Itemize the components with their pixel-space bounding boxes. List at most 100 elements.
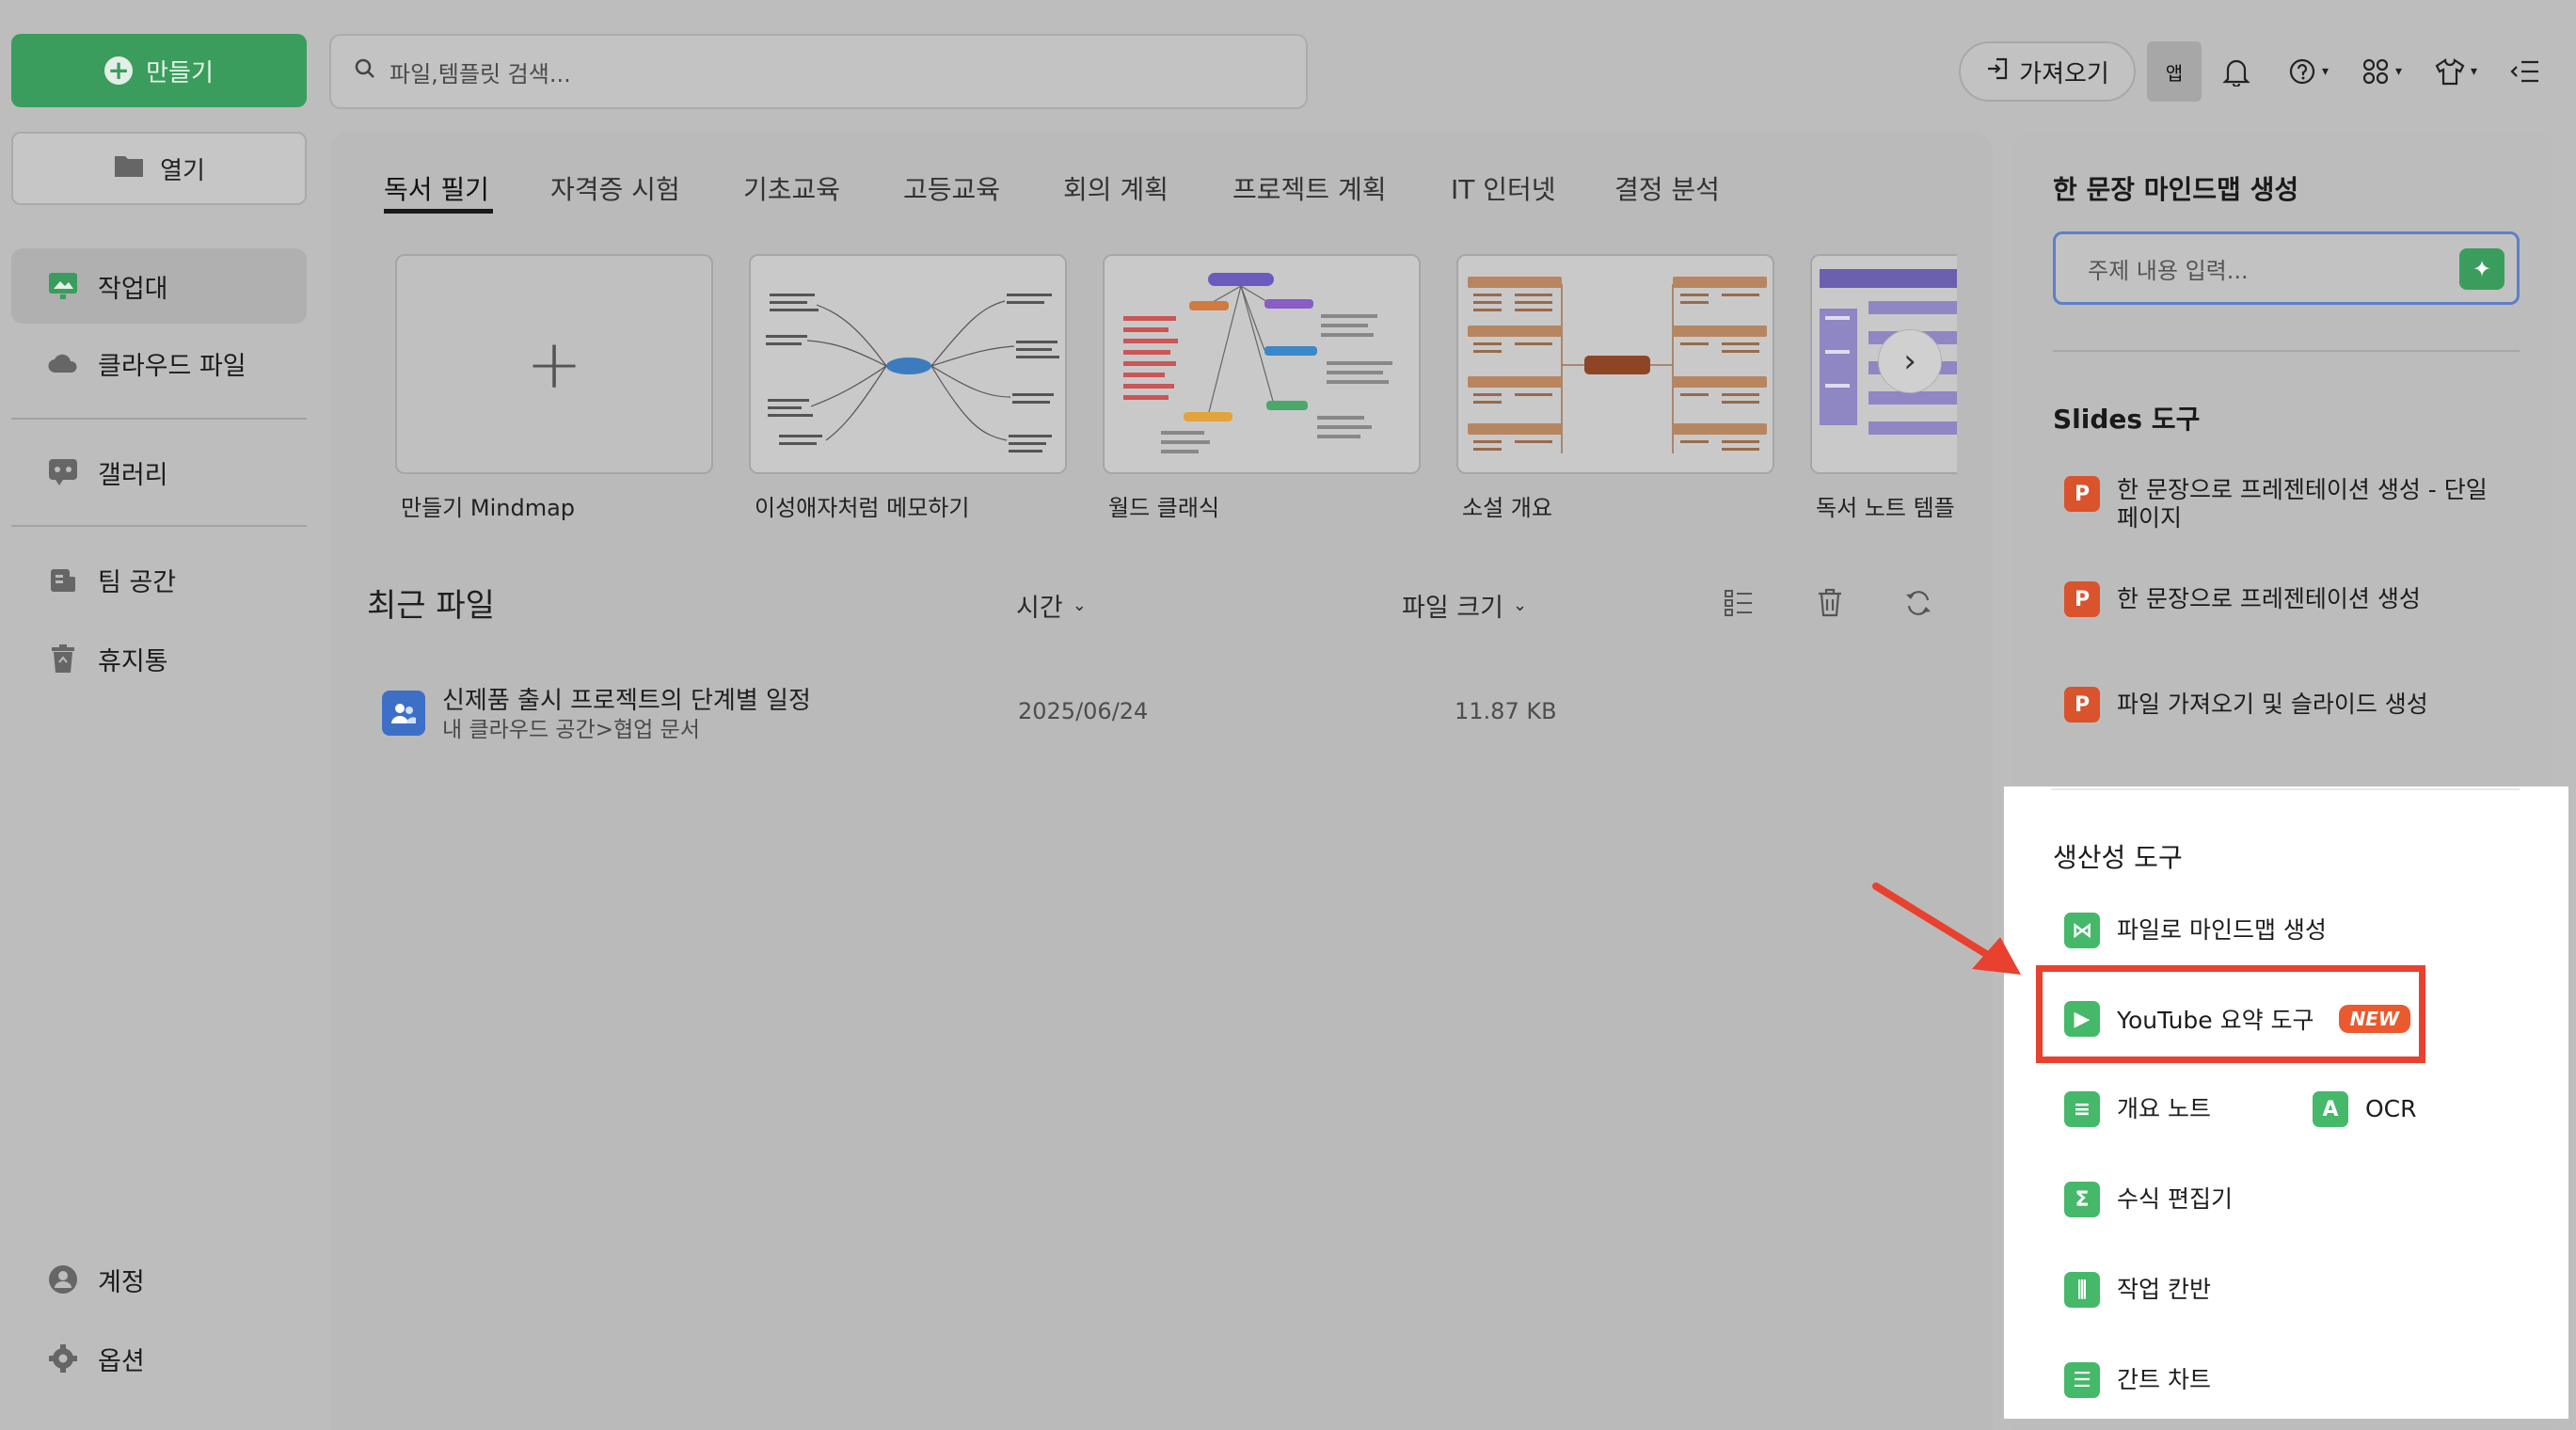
template-card-new[interactable]: + xyxy=(395,254,713,474)
tool-label: 파일 가져오기 및 슬라이드 생성 xyxy=(2117,691,2428,718)
plus-icon: + xyxy=(104,56,134,85)
tool-label: 작업 칸반 xyxy=(2117,1276,2211,1303)
slides-tool-single-page[interactable]: P 한 문장으로 프레젠테이션 생성 - 단일 페이지 xyxy=(2064,476,2516,532)
sidebar-item-trash[interactable]: 휴지통 xyxy=(11,621,307,696)
bell-icon[interactable] xyxy=(2222,51,2250,92)
annotation-arrow-icon xyxy=(1872,882,2021,975)
workspace-icon xyxy=(47,270,79,302)
import-button[interactable]: 가져오기 xyxy=(1959,41,2136,102)
sidebar-divider xyxy=(11,418,307,420)
ppt-icon: P xyxy=(2064,476,2100,512)
mindmap-generator-title: 한 문장 마인드맵 생성 xyxy=(2053,174,2299,205)
template-label: 소설 개요 xyxy=(1462,495,1552,521)
create-button[interactable]: + 만들기 xyxy=(11,34,307,107)
sidebar-item-label: 휴지통 xyxy=(98,646,168,676)
gallery-icon xyxy=(47,456,79,488)
collapse-panel-icon[interactable] xyxy=(2508,51,2540,92)
app-label: 앱 xyxy=(2165,61,2184,85)
gantt-icon: ☰ xyxy=(2064,1362,2100,1398)
tab-meeting-plan[interactable]: 회의 계획 xyxy=(1063,169,1169,207)
tool-file-to-mindmap[interactable]: ⋈ 파일로 마인드맵 생성 xyxy=(2064,913,2327,948)
panel-divider xyxy=(2053,350,2520,352)
topic-input[interactable]: 주제 내용 입력... xyxy=(2053,231,2520,305)
tab-certification[interactable]: 자격증 시험 xyxy=(550,169,680,207)
list-view-icon[interactable] xyxy=(1724,589,1754,621)
sidebar-item-label: 작업대 xyxy=(98,274,168,304)
sidebar-item-label: 갤러리 xyxy=(98,460,168,490)
ocr-icon: A xyxy=(2313,1091,2348,1127)
kanban-icon: ⫼ xyxy=(2064,1272,2100,1308)
team-space-icon xyxy=(47,564,79,596)
refresh-icon[interactable] xyxy=(1904,589,1932,621)
ppt-icon: P xyxy=(2064,687,2100,723)
tool-label: 간트 차트 xyxy=(2117,1366,2211,1393)
help-icon[interactable]: ▾ xyxy=(2288,51,2329,92)
mindmap-thumbnail xyxy=(1458,256,1773,472)
trash-icon[interactable] xyxy=(1816,587,1844,621)
sort-by-size[interactable]: 파일 크기 ⌄ xyxy=(1402,587,1527,624)
column-size-label: 파일 크기 xyxy=(1402,594,1503,623)
sidebar-item-team-space[interactable]: 팀 공간 xyxy=(11,542,307,617)
file-date: 2025/06/24 xyxy=(1018,698,1149,724)
search-placeholder: 파일,템플릿 검색... xyxy=(390,60,571,87)
cloud-icon xyxy=(47,347,79,379)
trash-icon xyxy=(47,643,79,675)
open-button[interactable]: 열기 xyxy=(11,132,307,205)
tool-ocr[interactable]: A OCR xyxy=(2313,1091,2417,1127)
sidebar-item-account[interactable]: 계정 xyxy=(11,1242,307,1317)
template-label: 이성애자처럼 메모하기 xyxy=(755,495,970,521)
skin-icon[interactable]: ▾ xyxy=(2435,51,2477,92)
search-input[interactable]: 파일,템플릿 검색... xyxy=(329,34,1308,109)
apps-grid-icon[interactable]: ▾ xyxy=(2361,51,2402,92)
import-label: 가져오기 xyxy=(2019,59,2109,88)
sidebar-item-gallery[interactable]: 갤러리 xyxy=(11,435,307,510)
file-size: 11.87 KB xyxy=(1455,698,1557,724)
tool-formula-editor[interactable]: Σ 수식 편집기 xyxy=(2064,1182,2233,1217)
tab-higher-education[interactable]: 고등교육 xyxy=(903,169,1000,207)
import-icon xyxy=(1985,56,2010,87)
template-card-novel-outline[interactable] xyxy=(1456,254,1774,474)
template-card-world-classic[interactable] xyxy=(1103,254,1421,474)
sidebar-item-label: 클라우드 파일 xyxy=(98,351,246,381)
generate-sparkle-button[interactable]: ✦ xyxy=(2459,248,2504,290)
outline-icon: ≡ xyxy=(2064,1091,2100,1127)
sidebar-item-cloud-files[interactable]: 클라우드 파일 xyxy=(11,326,307,401)
sidebar-divider xyxy=(11,525,307,527)
sidebar-item-workspace[interactable]: 작업대 xyxy=(11,248,307,324)
tool-kanban[interactable]: ⫼ 작업 칸반 xyxy=(2064,1272,2211,1308)
tab-basic-education[interactable]: 기초교육 xyxy=(743,169,840,207)
sidebar-item-options[interactable]: 옵션 xyxy=(11,1321,307,1396)
template-label: 월드 클래식 xyxy=(1108,495,1220,521)
sidebar-item-label: 옵션 xyxy=(98,1346,145,1376)
tool-label: 한 문장으로 프레젠테이션 생성 - 단일 페이지 xyxy=(2117,476,2488,532)
app-button[interactable]: 앱 xyxy=(2147,41,2202,102)
shared-file-icon xyxy=(382,691,425,736)
template-label: 만들기 Mindmap xyxy=(401,495,576,521)
productivity-tools-title: 생산성 도구 xyxy=(2053,842,2183,873)
tool-outline-notes[interactable]: ≡ 개요 노트 xyxy=(2064,1091,2211,1127)
slides-tool-import-file[interactable]: P 파일 가져오기 및 슬라이드 생성 xyxy=(2064,687,2428,723)
template-card-mindmap[interactable] xyxy=(749,254,1067,474)
slides-tools-title: Slides 도구 xyxy=(2053,404,2201,435)
chevron-right-icon: › xyxy=(1903,342,1916,380)
tab-decision-analysis[interactable]: 결정 분석 xyxy=(1614,169,1720,207)
next-templates-button[interactable]: › xyxy=(1878,329,1942,393)
chevron-down-icon: ▾ xyxy=(2322,64,2330,79)
tab-it-internet[interactable]: IT 인터넷 xyxy=(1451,169,1556,207)
tool-gantt-chart[interactable]: ☰ 간트 차트 xyxy=(2064,1362,2211,1398)
chevron-down-icon: ⌄ xyxy=(1072,596,1087,615)
template-label: 독서 노트 템플 xyxy=(1816,495,1955,521)
tab-reading-notes[interactable]: 독서 필기 xyxy=(384,169,489,207)
chevron-down-icon: ▾ xyxy=(2471,64,2478,79)
sort-by-time[interactable]: 시간 ⌄ xyxy=(1016,587,1087,624)
tool-label: 수식 편집기 xyxy=(2117,1185,2233,1213)
create-button-label: 만들기 xyxy=(146,58,214,87)
sigma-icon: Σ xyxy=(2064,1182,2100,1217)
folder-icon xyxy=(113,152,145,185)
tool-label: 한 문장으로 프레젠테이션 생성 xyxy=(2117,585,2421,612)
highlight-annotation-box xyxy=(2036,965,2425,1063)
tool-label: OCR xyxy=(2365,1095,2417,1122)
tab-project-plan[interactable]: 프로젝트 계획 xyxy=(1232,169,1386,207)
topic-placeholder: 주제 내용 입력... xyxy=(2088,257,2249,284)
slides-tool-presentation[interactable]: P 한 문장으로 프레젠테이션 생성 xyxy=(2064,581,2421,617)
